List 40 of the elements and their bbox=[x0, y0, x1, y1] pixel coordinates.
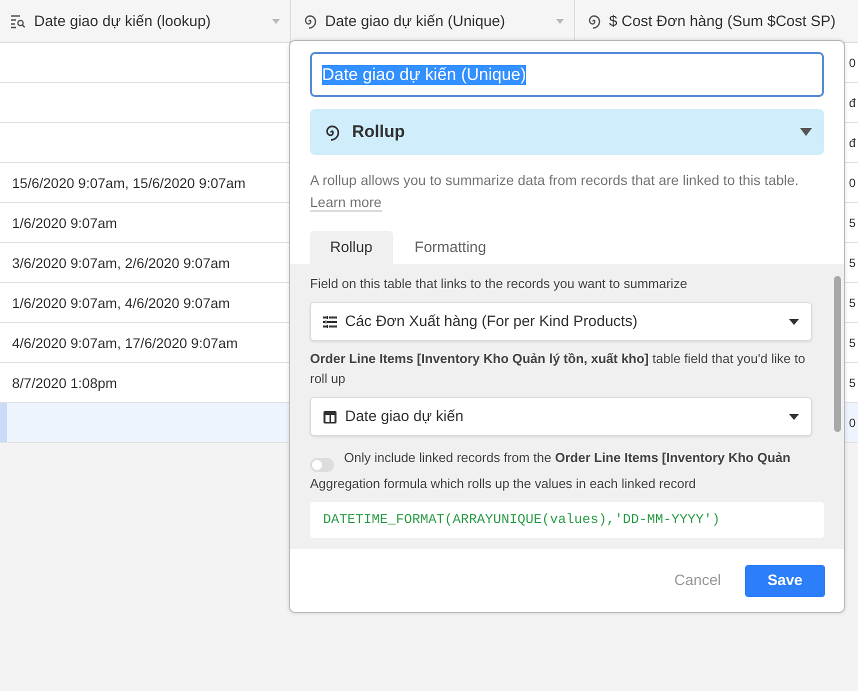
toggle-switch[interactable] bbox=[310, 458, 334, 472]
toggle-label: Only include linked records from the Order Line Items [Inventory Kho Quản bbox=[344, 450, 790, 465]
save-button[interactable]: Save bbox=[745, 564, 825, 596]
table-cell: 5 bbox=[849, 216, 856, 230]
tab[interactable]: Formatting bbox=[394, 231, 506, 264]
column-header[interactable]: Date giao dự kiến (lookup) bbox=[0, 0, 291, 42]
description-text: A rollup allows you to summarize data from records that are linked to this table. bbox=[310, 172, 799, 188]
lookup-icon bbox=[10, 13, 26, 29]
rollup-field-dropdown[interactable]: Date giao dự kiến bbox=[310, 397, 812, 436]
field-label: Field on this table that links to the records you want to summarize bbox=[310, 275, 688, 293]
table-cell: 8/7/2020 1:08pm bbox=[12, 374, 118, 390]
scrollbar[interactable] bbox=[834, 276, 841, 432]
field-type-dropdown[interactable]: Rollup bbox=[310, 109, 824, 155]
table-cell: 0 bbox=[849, 56, 856, 70]
caret-icon bbox=[556, 18, 564, 24]
table-cell: 5 bbox=[849, 296, 856, 310]
caret-icon bbox=[789, 414, 799, 420]
table-cell: 5 bbox=[849, 256, 856, 270]
table-cell: 0 bbox=[849, 416, 856, 430]
tab[interactable]: Rollup bbox=[310, 231, 393, 264]
learn-more-link[interactable]: Learn more bbox=[310, 194, 382, 212]
field-label: Order Line Items [Inventory Kho Quản lý tồn, xuất kho] table field that you'd like to roll up bbox=[310, 350, 806, 388]
table-cell: đ bbox=[849, 136, 856, 150]
calendar-icon bbox=[323, 410, 337, 424]
table-cell: 15/6/2020 9:07am, 15/6/2020 9:07am bbox=[12, 174, 246, 190]
caret-icon bbox=[789, 318, 799, 324]
table-cell: 4/6/2020 9:07am, 17/6/2020 9:07am bbox=[12, 334, 238, 350]
field-label: Aggregation formula which rolls up the values in each linked record bbox=[310, 475, 697, 493]
table-cell: 5 bbox=[849, 336, 856, 350]
caret-icon bbox=[272, 18, 280, 24]
link-field-dropdown[interactable]: Các Đơn Xuất hàng (For per Kind Products) bbox=[310, 302, 812, 341]
caret-icon bbox=[800, 128, 812, 136]
table-cell: 0 bbox=[849, 176, 856, 190]
table-cell: 5 bbox=[849, 376, 856, 390]
table-cell: 1/6/2020 9:07am, 4/6/2020 9:07am bbox=[12, 294, 230, 310]
link-list-icon bbox=[323, 316, 337, 328]
table-cell: 1/6/2020 9:07am bbox=[12, 214, 118, 230]
table-cell: 3/6/2020 9:07am, 2/6/2020 9:07am bbox=[12, 254, 230, 270]
table-cell: đ bbox=[849, 96, 856, 110]
column-header[interactable]: $ Cost Đơn hàng (Sum $Cost SP) bbox=[575, 0, 858, 42]
